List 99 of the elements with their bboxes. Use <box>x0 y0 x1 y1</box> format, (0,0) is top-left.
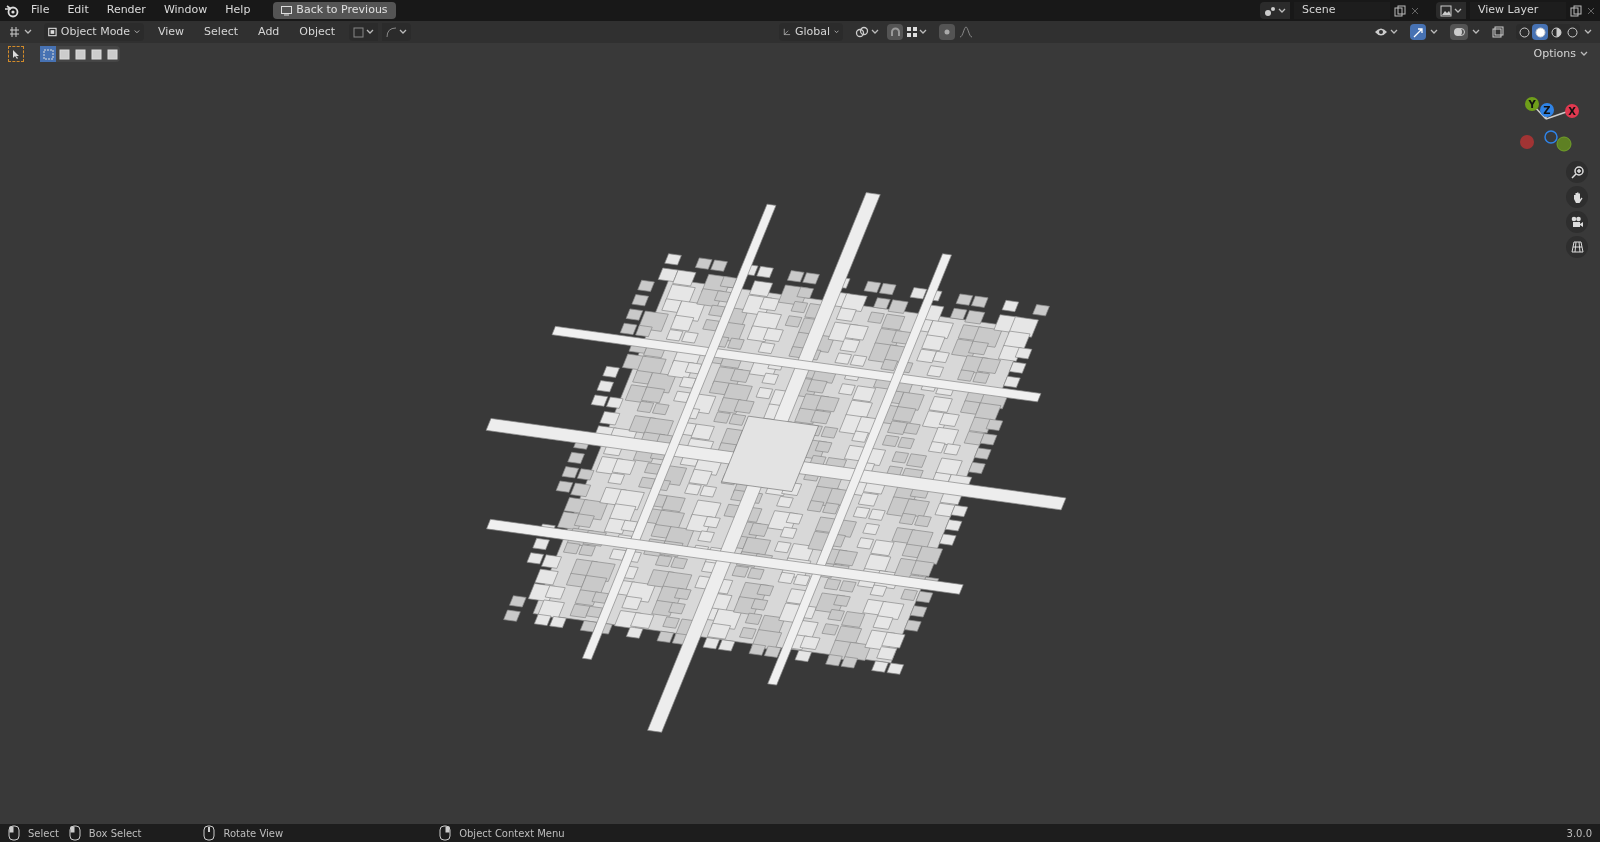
curve-icon <box>386 26 398 38</box>
dot-icon <box>944 29 951 35</box>
back-button[interactable]: Back to Previous <box>273 2 396 19</box>
cube-icon <box>48 26 57 38</box>
caret-icon <box>1390 29 1398 35</box>
caret-icon <box>1472 29 1480 35</box>
menu-item[interactable]: Window <box>156 2 215 19</box>
mode-dropdown[interactable]: Object Mode <box>44 23 144 41</box>
mouse-icon <box>68 825 81 841</box>
tool-button[interactable] <box>8 46 24 62</box>
scene-field[interactable]: Scene <box>1294 2 1390 19</box>
navigation-gizmo-drawing[interactable]: Y Z X <box>1516 95 1586 155</box>
menu-item[interactable]: View <box>152 23 191 41</box>
sphere-icon <box>1534 26 1546 38</box>
visibility-dropdown[interactable] <box>1374 27 1398 37</box>
menu-item[interactable]: Render <box>99 2 153 19</box>
select-mode-button[interactable] <box>56 46 72 62</box>
grid-icon <box>1570 241 1584 253</box>
caret-icon <box>1580 51 1588 57</box>
status-hint: Rotate View <box>223 826 284 841</box>
screen-icon <box>281 5 293 16</box>
caret-icon <box>399 29 408 35</box>
options-dropdown[interactable]: Options <box>1529 45 1592 63</box>
select-mode-button[interactable] <box>88 46 104 62</box>
status-hint: Select <box>28 826 59 841</box>
proportional-toggle[interactable] <box>939 24 956 40</box>
caret-icon <box>24 29 32 35</box>
select-mode-button[interactable] <box>72 46 88 62</box>
menu-item[interactable]: Object <box>293 23 342 41</box>
magnet-icon <box>889 26 901 38</box>
cursor-icon <box>12 49 20 59</box>
axis-label: X <box>1568 106 1576 117</box>
camera-icon <box>1570 216 1584 228</box>
zoom-icon <box>1570 165 1584 179</box>
snap-toggle[interactable] <box>887 24 904 40</box>
link-icon <box>855 26 870 38</box>
image-icon <box>1440 4 1452 17</box>
mouse-icon <box>8 825 20 841</box>
sphere-icon <box>1566 26 1578 38</box>
caret-icon <box>871 29 880 35</box>
caret-icon <box>134 29 140 35</box>
caret-icon <box>834 29 840 35</box>
xray-icon[interactable] <box>1492 26 1504 38</box>
logo-icon[interactable] <box>4 3 20 18</box>
eye-icon <box>1374 27 1388 37</box>
copy-icon[interactable] <box>1394 4 1406 17</box>
editor-type-button[interactable] <box>8 26 32 38</box>
status-hint: Box Select <box>88 826 142 841</box>
overlay-icon <box>1453 26 1465 38</box>
overlay-toggle[interactable] <box>1450 24 1468 40</box>
selection-icon <box>90 48 102 60</box>
mouse-icon <box>439 825 452 841</box>
falloff-curve-icon[interactable] <box>959 26 974 38</box>
caret-icon <box>1454 7 1462 14</box>
shading-mode-button[interactable] <box>1516 24 1532 40</box>
view-layer-field[interactable]: View Layer <box>1470 2 1566 19</box>
caret-icon <box>1584 29 1592 35</box>
camera-button[interactable] <box>1566 211 1588 233</box>
selection-icon <box>58 48 70 60</box>
shading-mode-button[interactable] <box>1564 24 1580 40</box>
version-label: 3.0.0 <box>1566 826 1592 841</box>
selection-icon <box>74 48 86 60</box>
pan-button[interactable] <box>1566 186 1588 208</box>
menu-item[interactable]: File <box>24 2 57 19</box>
caret-icon <box>1278 7 1286 14</box>
menu-item[interactable]: Edit <box>60 2 96 19</box>
scene-type-button[interactable] <box>1260 2 1290 19</box>
axis-label: Y <box>1528 99 1536 110</box>
shading-mode-button[interactable] <box>1532 24 1548 40</box>
grid-icon <box>907 27 918 37</box>
mouse-icon <box>203 825 216 841</box>
axis-label: Z <box>1543 105 1551 116</box>
scene-icon <box>1264 4 1276 17</box>
status-hint: Object Context Menu <box>459 826 565 841</box>
zoom-button[interactable] <box>1566 161 1588 183</box>
snap-dropdown[interactable] <box>382 23 412 41</box>
snap-target-dropdown[interactable] <box>907 27 928 37</box>
caret-icon <box>919 29 928 35</box>
perspective-button[interactable] <box>1566 236 1588 258</box>
transform-dropdown[interactable] <box>349 23 379 41</box>
caret-icon <box>1430 29 1438 35</box>
close-icon[interactable] <box>1410 5 1420 16</box>
menu-item[interactable]: Add <box>252 23 286 41</box>
sphere-icon <box>1550 26 1562 38</box>
gizmo-toggle[interactable] <box>1410 24 1426 40</box>
view-layer-type-button[interactable] <box>1436 2 1466 19</box>
selection-icon <box>106 48 118 60</box>
sphere-icon <box>1518 26 1530 38</box>
caret-icon <box>366 29 375 35</box>
menu-item[interactable]: Select <box>198 23 245 41</box>
arrow-icon <box>1412 26 1424 38</box>
copy-icon[interactable] <box>1570 4 1582 17</box>
pivot-dropdown[interactable] <box>855 26 880 38</box>
select-mode-button[interactable] <box>104 46 120 62</box>
selection-icon <box>42 48 54 60</box>
close-icon[interactable] <box>1586 5 1596 16</box>
shading-mode-button[interactable] <box>1548 24 1564 40</box>
menu-item[interactable]: Help <box>218 2 258 19</box>
orientation-dropdown[interactable]: Global <box>779 23 844 41</box>
